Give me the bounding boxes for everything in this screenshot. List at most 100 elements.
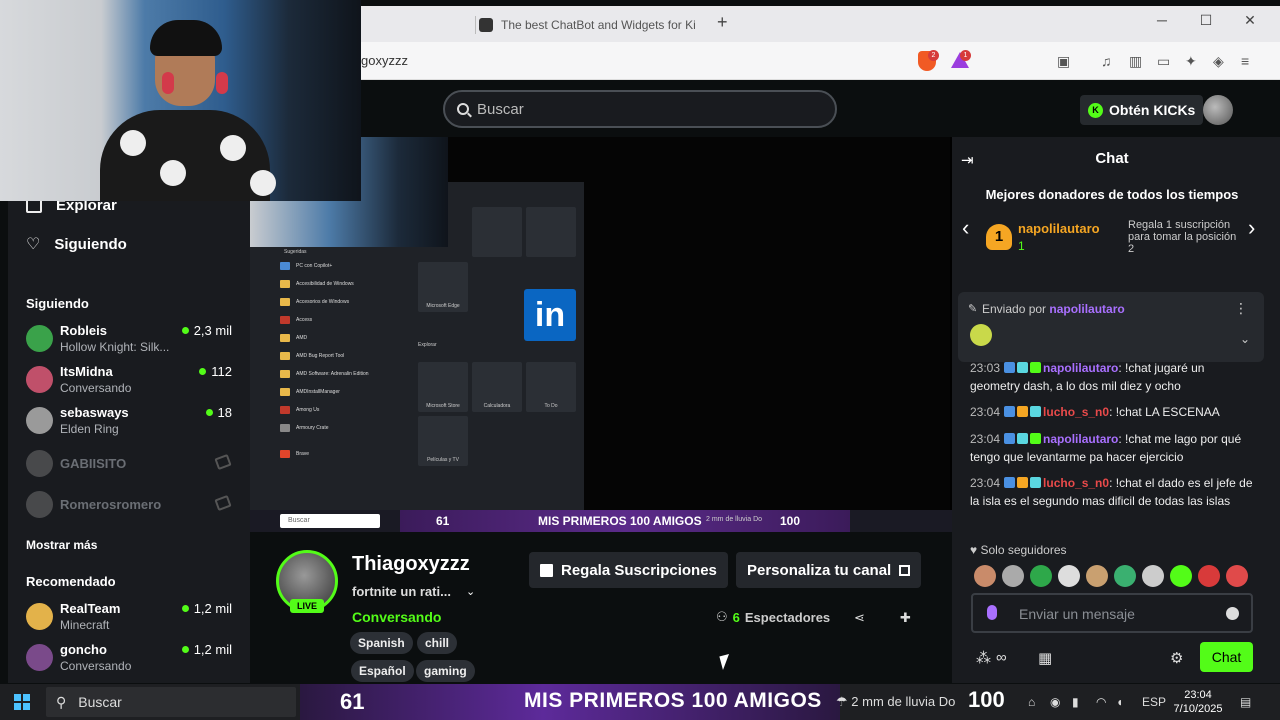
stream-category[interactable]: Conversando: [352, 609, 441, 625]
nav-following[interactable]: ♡ Siguiendo: [26, 234, 127, 254]
sidebar-channel-gabiisito[interactable]: GABIISITO: [26, 446, 240, 482]
chat-title: Chat: [1095, 150, 1129, 167]
sidebar-channel-romerosromero[interactable]: Romerosromero: [26, 487, 240, 523]
vpn-icon[interactable]: ◈: [1213, 53, 1224, 70]
gift-subs-button[interactable]: Regala Suscripciones: [529, 552, 728, 588]
windows-start-icon[interactable]: [14, 694, 30, 710]
more-options-icon[interactable]: ⋮: [1234, 300, 1248, 317]
tag-gaming[interactable]: gaming: [416, 660, 475, 682]
pinned-prefix: Enviado por: [982, 302, 1047, 316]
tray-app-icon[interactable]: ◉: [1050, 695, 1060, 709]
chevron-down-icon[interactable]: ⌄: [1240, 332, 1250, 346]
sidebar-channel-goncho[interactable]: goncho Conversando 1,2 mil: [26, 640, 240, 676]
emote[interactable]: [1198, 565, 1220, 587]
chat-message: 23:04 lucho_s_n0: !chat LA ESCENAA: [970, 405, 1220, 419]
share-icon[interactable]: ⋖: [854, 610, 868, 625]
emote[interactable]: [1086, 565, 1108, 587]
browser-tab[interactable]: The best ChatBot and Widgets for Ki: [479, 13, 699, 37]
channel-category: Conversando: [60, 659, 132, 673]
chevron-left-icon[interactable]: ‹: [962, 215, 969, 241]
get-kicks-label: Obtén KICKs: [1109, 102, 1196, 118]
kick-points-icon[interactable]: ⁂: [976, 649, 991, 667]
viewer-count-value: 6: [732, 609, 740, 625]
show-more-link[interactable]: Mostrar más: [26, 538, 97, 552]
start-menu-item: AMD Software: Adrenalin Edition: [280, 365, 410, 383]
language-indicator[interactable]: ESP: [1142, 695, 1166, 709]
reader-mode-icon[interactable]: ▣: [1057, 53, 1070, 70]
emoji-icon[interactable]: [1226, 607, 1239, 620]
tile-blank: [472, 207, 522, 257]
infinity-icon[interactable]: ∞: [996, 649, 1007, 666]
donor-name[interactable]: napolilautaro: [1018, 221, 1100, 236]
emote[interactable]: [1002, 565, 1024, 587]
webcam-overlay: [0, 0, 361, 201]
viewer-count-value: 2,3 mil: [193, 323, 232, 338]
follow-icon[interactable]: ✚: [900, 610, 914, 625]
channel-name[interactable]: Thiagoxyzzz: [352, 553, 470, 576]
system-tray-icon[interactable]: ⌂: [1028, 695, 1035, 709]
get-kicks-button[interactable]: K Obtén KICKs: [1080, 95, 1204, 125]
emote[interactable]: [1170, 565, 1192, 587]
tag-chill[interactable]: chill: [417, 632, 458, 654]
rewards-badge: 1: [960, 50, 971, 61]
maximize-button[interactable]: ☐: [1192, 12, 1220, 29]
live-dot-icon: [181, 605, 189, 612]
emote[interactable]: [1058, 565, 1080, 587]
viewer-count: 112: [199, 364, 232, 379]
chevron-right-icon[interactable]: ›: [1248, 215, 1255, 241]
tab-separator: [475, 16, 476, 34]
notifications-icon[interactable]: ▤: [1240, 695, 1251, 709]
sidebar-channel-sebasways[interactable]: sebasways Elden Ring 18: [26, 403, 240, 439]
tiles-explore-label: Explorar: [418, 342, 437, 348]
start-menu-item: Brave: [280, 445, 410, 463]
emote[interactable]: [1226, 565, 1248, 587]
emote[interactable]: [1030, 565, 1052, 587]
new-tab-button[interactable]: +: [717, 12, 728, 33]
menu-icon[interactable]: ≡: [1241, 53, 1249, 69]
tab-title: The best ChatBot and Widgets for Ki: [501, 18, 696, 32]
chevron-down-icon[interactable]: ⌄: [466, 585, 475, 598]
weather-widget[interactable]: ☂ 2 mm de lluvia Do: [836, 694, 966, 710]
headset-icon: [162, 72, 174, 94]
sidebar-channel-realteam[interactable]: RealTeam Minecraft 1,2 mil: [26, 599, 240, 635]
emote[interactable]: [1142, 565, 1164, 587]
tag-spanish[interactable]: Spanish: [350, 632, 413, 654]
close-window-button[interactable]: ✕: [1236, 12, 1264, 29]
volume-icon[interactable]: ◖: [1116, 695, 1123, 709]
taskbar-search[interactable]: ⚲ Buscar: [46, 687, 296, 717]
emote[interactable]: [1114, 565, 1136, 587]
chat-message-input[interactable]: Enviar un mensaje: [971, 593, 1253, 633]
streamer-figure: [100, 20, 276, 201]
donor-rank-badge: 1: [986, 224, 1012, 250]
pinned-user[interactable]: napolilautaro: [1049, 302, 1124, 316]
tag-espanol[interactable]: Español: [351, 660, 414, 682]
minimize-button[interactable]: ─: [1148, 12, 1176, 28]
wifi-icon[interactable]: ◠: [1096, 695, 1106, 709]
customize-channel-button[interactable]: Personaliza tu canal: [736, 552, 922, 588]
leo-ai-icon[interactable]: ✦: [1185, 53, 1197, 70]
media-icon[interactable]: ♫: [1101, 53, 1112, 69]
browser-tab-bar: The best ChatBot and Widgets for Ki + ─ …: [361, 6, 1280, 42]
sidebar-channel-robleis[interactable]: Robleis Hollow Knight: Silk... 2,3 mil: [26, 321, 240, 357]
clock-date: 7/10/2025: [1173, 703, 1223, 715]
store-icon[interactable]: ▦: [1038, 649, 1052, 667]
channel-name: Romerosromero: [60, 497, 162, 512]
sidebar-toggle-icon[interactable]: ▥: [1129, 53, 1142, 70]
wallet-icon[interactable]: ▭: [1157, 53, 1170, 70]
headset-icon: [216, 72, 228, 94]
taskbar-banner: 61 MIS PRIMEROS 100 AMIGOS: [300, 684, 840, 720]
tile-todo: To Do: [526, 362, 576, 412]
microphone-icon[interactable]: ▮: [1072, 695, 1079, 709]
sidebar-channel-itsmidna[interactable]: ItsMidna Conversando 112: [26, 362, 240, 398]
search-input[interactable]: Buscar: [443, 90, 837, 128]
send-chat-button[interactable]: Chat: [1200, 642, 1253, 672]
taskbar-clock[interactable]: 23:04 7/10/2025: [1172, 688, 1224, 716]
emote[interactable]: [974, 565, 996, 587]
microphone-icon[interactable]: [987, 605, 997, 620]
kicks-logo-icon: K: [1088, 102, 1103, 118]
settings-gear-icon[interactable]: ⚙: [1170, 649, 1183, 667]
url-field[interactable]: goxyzzz: [361, 53, 408, 68]
customize-channel-label: Personaliza tu canal: [747, 561, 892, 579]
user-avatar[interactable]: [1203, 95, 1233, 125]
channel-category: Elden Ring: [60, 422, 119, 436]
